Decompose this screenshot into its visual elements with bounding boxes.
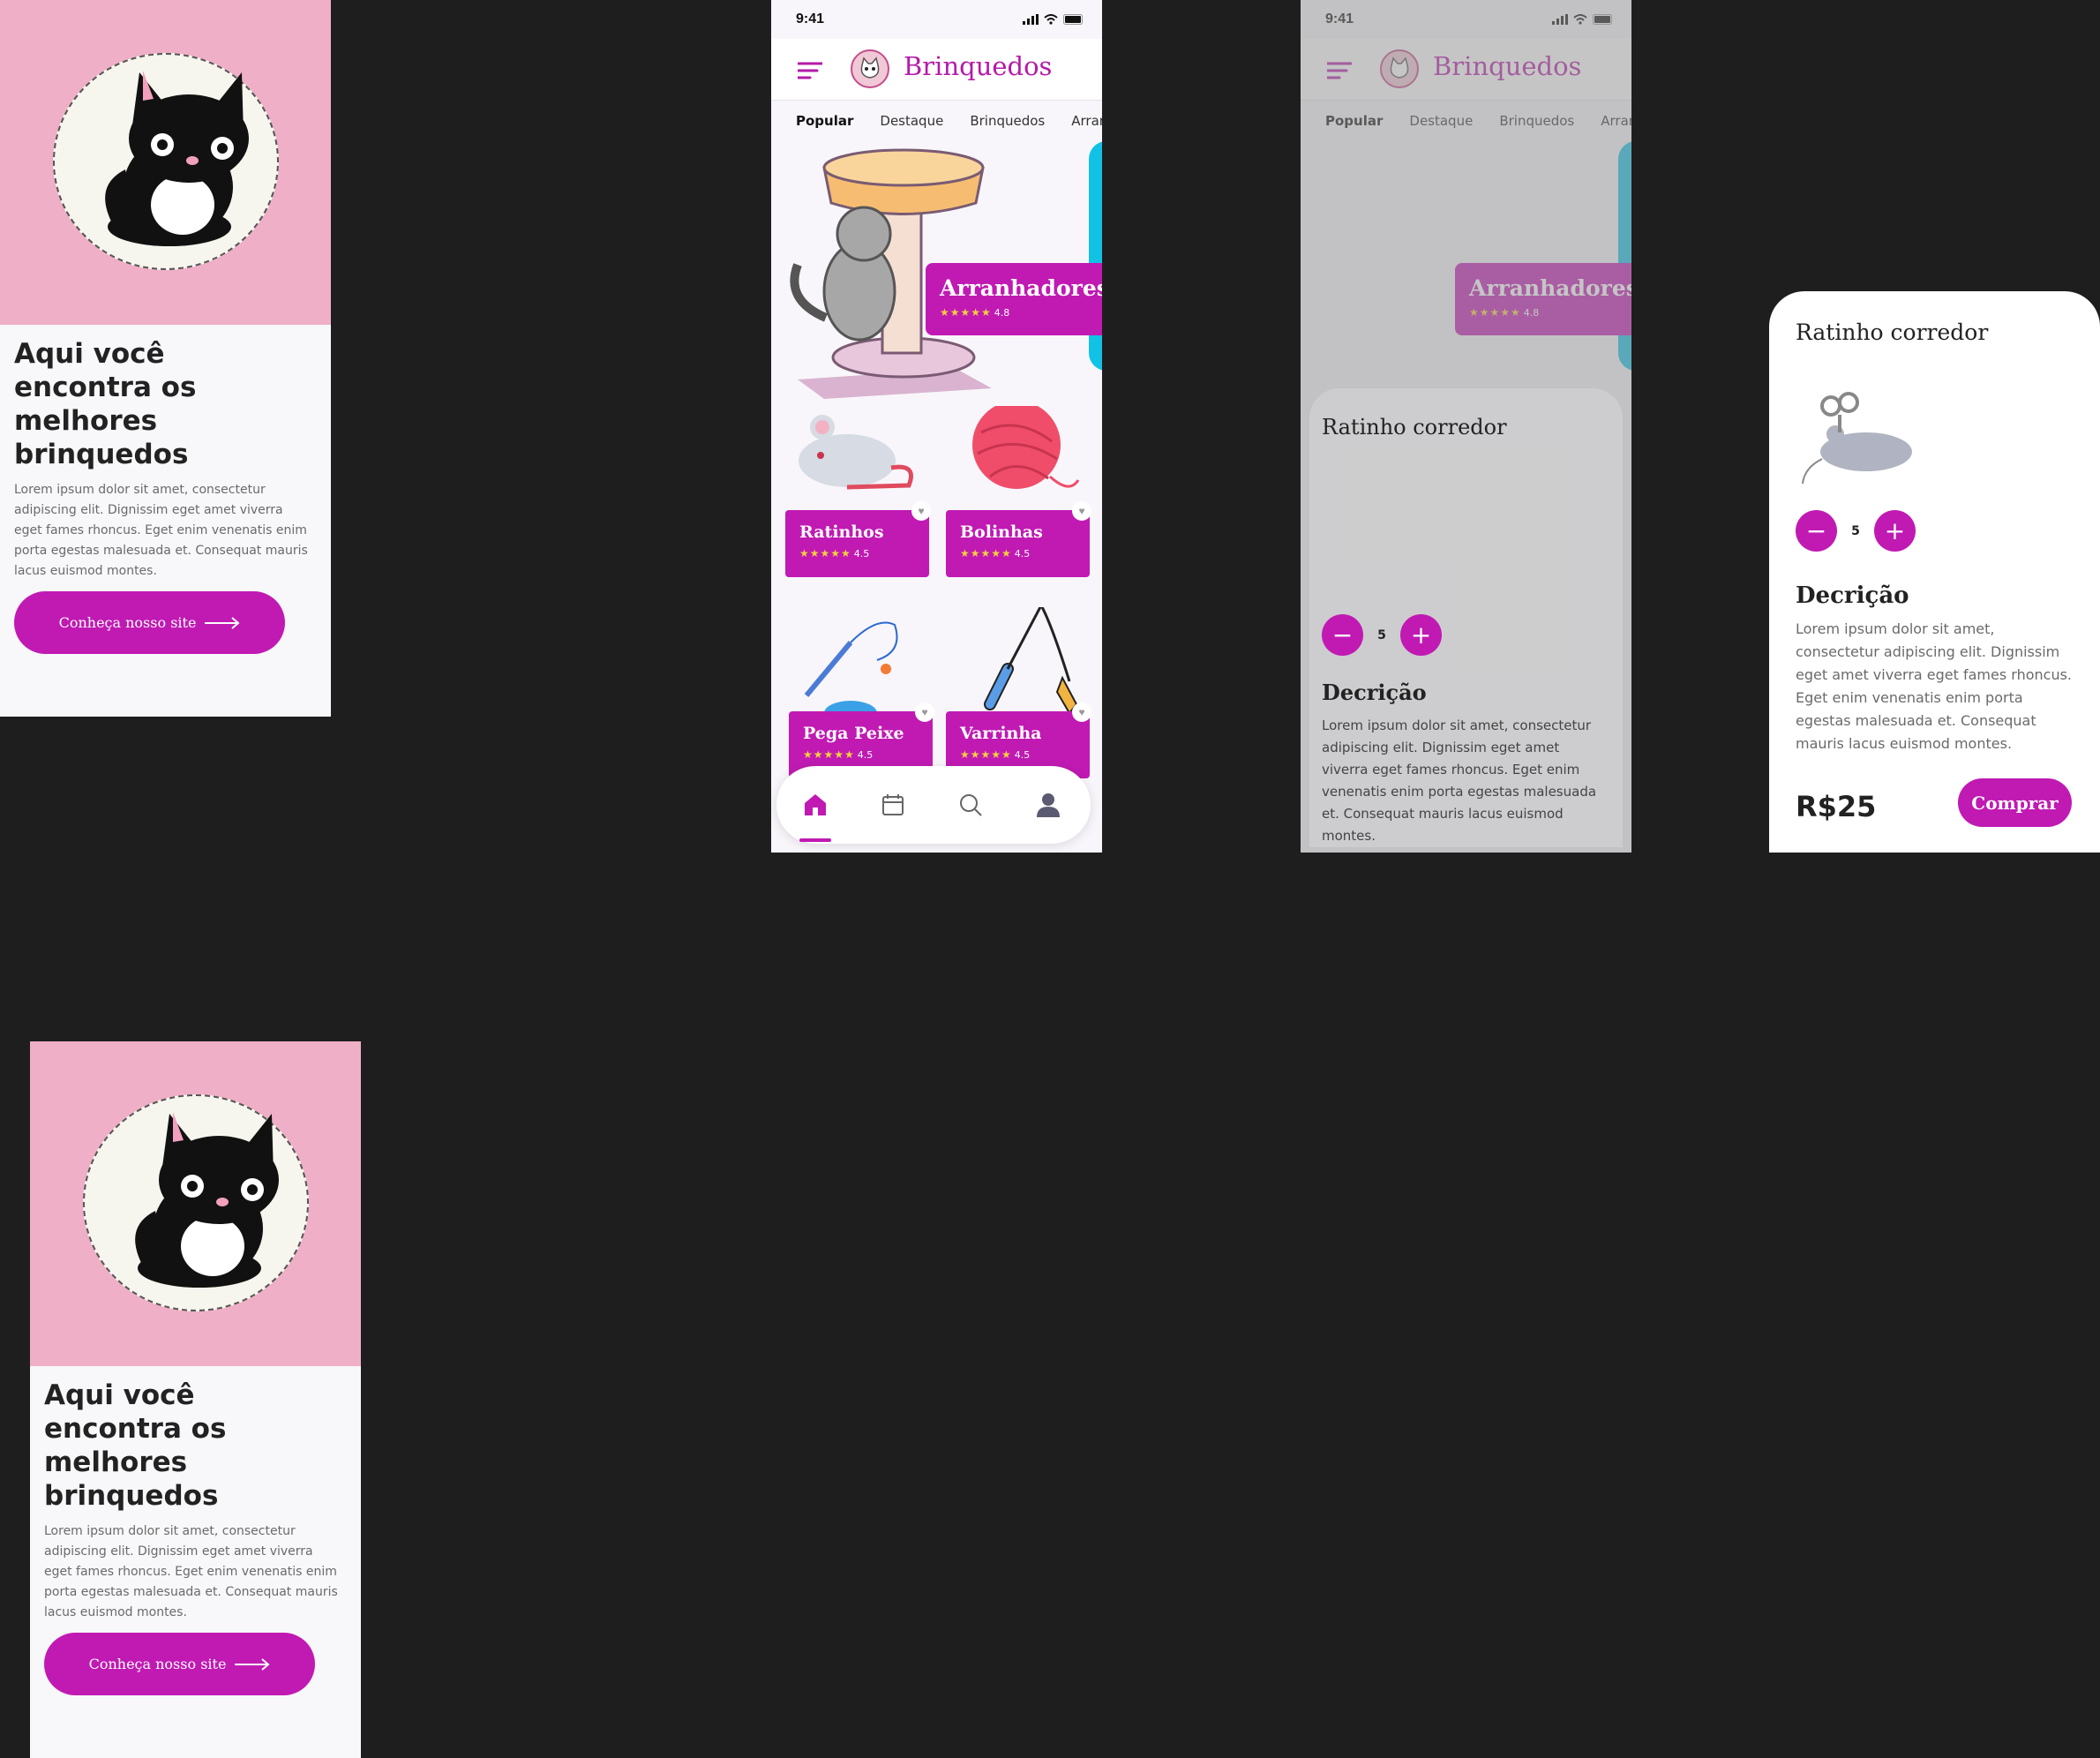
- cta-button[interactable]: Conheça nosso site: [44, 1633, 315, 1695]
- menu-icon[interactable]: [798, 62, 822, 79]
- rating-value: 4.5: [1014, 748, 1031, 761]
- sheet-title: Ratinho corredor: [1322, 415, 1507, 440]
- calendar-icon[interactable]: [879, 791, 907, 819]
- quantity-stepper: − 5 +: [1796, 510, 1916, 552]
- rating-value: 4.5: [853, 547, 870, 560]
- quantity-value: 5: [1377, 627, 1386, 642]
- product-name: Varrinha: [960, 724, 1042, 743]
- cta-label: Conheça nosso site: [58, 614, 197, 631]
- yarn-ball-icon: [946, 401, 1090, 510]
- splash-heading: Aqui você encontra os melhores brinquedo…: [14, 338, 197, 470]
- featured-rating: ★★★★★ 4.8: [940, 306, 1102, 319]
- description-text: Lorem ipsum dolor sit amet, consectetur …: [1322, 717, 1597, 844]
- product-detail-sheet: Ratinho corredor − 5 + Decrição Lorem ip…: [1769, 291, 2100, 853]
- signal-icon: [1023, 14, 1039, 25]
- description-heading: Decrição: [1796, 582, 1909, 609]
- product-rating: ★★★★★ 4.5: [799, 547, 929, 560]
- increase-button[interactable]: +: [1400, 614, 1442, 656]
- product-card-varrinha[interactable]: Varrinha ★★★★★ 4.5 ♥: [946, 602, 1091, 778]
- tab-popular[interactable]: Popular: [796, 113, 853, 129]
- product-rating: ★★★★★ 4.5: [960, 547, 1090, 560]
- app-bar: Brinquedos: [771, 39, 1102, 101]
- product-rating: ★★★★★ 4.5: [960, 748, 1090, 761]
- splash-heading: Aqui você encontra os melhores brinquedo…: [44, 1379, 227, 1512]
- decrease-button[interactable]: −: [1322, 614, 1363, 656]
- product-card-ratinhos[interactable]: Ratinhos ★★★★★ 4.5 ♥: [785, 406, 931, 577]
- wind-up-mouse-icon: [1802, 392, 1912, 485]
- home-screen: 9:41 Brinquedos Popular Destaque Brinque…: [771, 0, 1102, 853]
- home-screen-with-sheet: 9:41 Brinquedos Popular Destaque Brinque…: [1301, 0, 1631, 853]
- splash-body: Lorem ipsum dolor sit amet, consectetur …: [44, 1524, 338, 1619]
- active-tab-indicator: [799, 838, 831, 842]
- tab-destaque[interactable]: Destaque: [880, 113, 943, 129]
- price: R$25: [1796, 790, 1877, 823]
- status-bar: 9:41: [771, 0, 1102, 39]
- fishing-wand-icon: [789, 607, 933, 725]
- product-name: Pega Peixe: [803, 724, 904, 743]
- product-label: Bolinhas ★★★★★ 4.5: [946, 510, 1090, 577]
- rating-value: 4.5: [857, 748, 874, 761]
- buy-button[interactable]: Comprar: [1958, 778, 2072, 827]
- product-card-bolinhas[interactable]: Bolinhas ★★★★★ 4.5 ♥: [946, 401, 1091, 577]
- cat-logo-icon: [851, 49, 889, 88]
- increase-button[interactable]: +: [1874, 510, 1916, 552]
- search-icon[interactable]: [956, 791, 985, 819]
- description-text: Lorem ipsum dolor sit amet, consectetur …: [1796, 620, 2073, 752]
- bottom-navigation: [776, 766, 1091, 844]
- home-icon[interactable]: [801, 791, 829, 819]
- cat-illustration: [83, 1094, 309, 1311]
- product-rating: ★★★★★ 4.5: [803, 748, 933, 761]
- battery-icon: [1063, 14, 1083, 25]
- featured-name: Arranhadores: [940, 275, 1102, 301]
- hero-banner: [30, 1041, 361, 1366]
- wifi-icon: [1044, 14, 1058, 25]
- decrease-button[interactable]: −: [1796, 510, 1837, 552]
- quantity-stepper: − 5 +: [1322, 614, 1442, 656]
- featured-next-card[interactable]: [1089, 141, 1102, 371]
- star-rating-icon: ★★★★★: [803, 748, 855, 761]
- description-heading: Decrição: [1322, 680, 1427, 705]
- cat-illustration: [53, 53, 279, 270]
- feather-wand-icon: [946, 602, 1090, 715]
- star-rating-icon: ★★★★★: [960, 748, 1012, 761]
- star-rating-icon: ★★★★★: [960, 547, 1012, 560]
- arrow-right-icon: [205, 616, 240, 629]
- rating-value: 4.5: [1014, 547, 1031, 560]
- user-icon[interactable]: [1034, 791, 1062, 819]
- category-tabs: Popular Destaque Brinquedos Arranhadores: [796, 113, 1102, 129]
- status-time: 9:41: [796, 11, 825, 26]
- product-name: Bolinhas: [960, 522, 1043, 542]
- product-name: Ratinhos: [799, 522, 884, 542]
- bottom-sheet-preview: Ratinho corredor − 5 + Decrição Lorem ip…: [1309, 388, 1623, 847]
- splash-frame-2: Aqui você encontra os melhores brinquedo…: [30, 1041, 361, 1758]
- arrow-right-icon: [235, 1657, 270, 1671]
- featured-rating-value: 4.8: [994, 306, 1010, 319]
- featured-card-arranhadores[interactable]: Arranhadores ★★★★★ 4.8: [926, 263, 1102, 335]
- tab-brinquedos[interactable]: Brinquedos: [970, 113, 1045, 129]
- heart-icon[interactable]: ♥: [915, 702, 934, 722]
- cta-label: Conheça nosso site: [88, 1656, 227, 1672]
- star-rating-icon: ★★★★★: [799, 547, 851, 560]
- heart-icon[interactable]: ♥: [911, 501, 931, 521]
- star-rating-icon: ★★★★★: [940, 306, 992, 319]
- hero-banner: [0, 0, 331, 325]
- app-title: Brinquedos: [904, 51, 1053, 81]
- product-card-pega-peixe[interactable]: Pega Peixe ★★★★★ 4.5 ♥: [789, 607, 934, 778]
- cta-button[interactable]: Conheça nosso site: [14, 591, 285, 654]
- status-icons: [1023, 14, 1084, 25]
- mouse-toy-icon: [785, 406, 929, 510]
- splash-frame-1: Aqui você encontra os melhores brinquedo…: [0, 0, 331, 717]
- tab-arranhadores[interactable]: Arranhadores: [1071, 113, 1102, 129]
- splash-body: Lorem ipsum dolor sit amet, consectetur …: [14, 483, 308, 578]
- product-label: Ratinhos ★★★★★ 4.5: [785, 510, 929, 577]
- product-title: Ratinho corredor: [1796, 319, 1989, 345]
- heart-icon[interactable]: ♥: [1072, 501, 1091, 521]
- quantity-value: 5: [1851, 523, 1860, 538]
- heart-icon[interactable]: ♥: [1072, 702, 1091, 722]
